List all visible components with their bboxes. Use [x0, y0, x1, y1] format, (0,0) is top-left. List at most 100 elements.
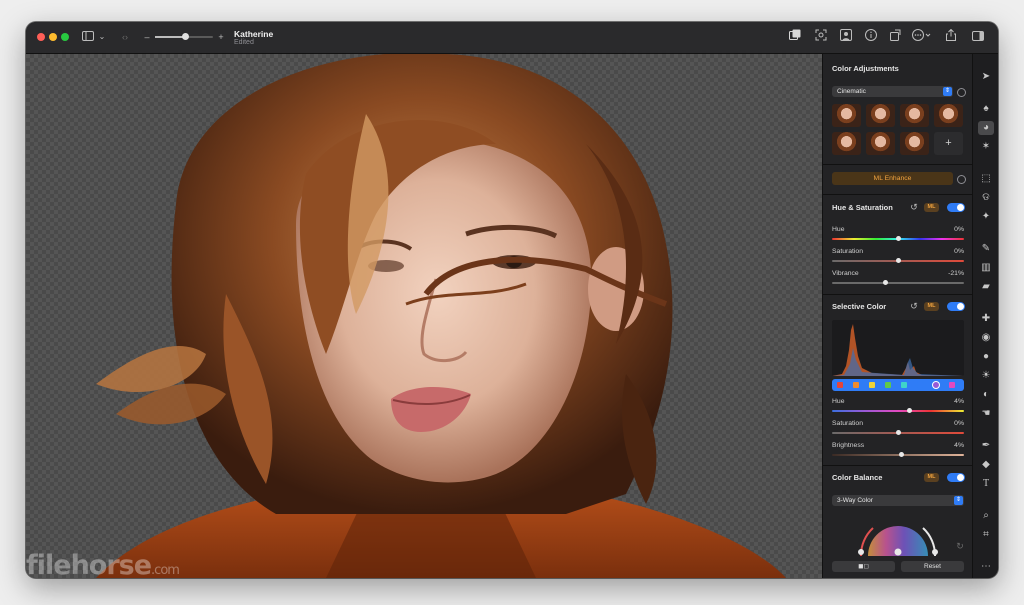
face-detect-icon[interactable] [814, 28, 828, 46]
color-swatch[interactable] [949, 382, 955, 388]
preset-thumbnail[interactable] [866, 132, 895, 155]
preset-thumbnail[interactable] [832, 104, 861, 127]
divider [823, 164, 973, 165]
crop-tool-icon[interactable]: ⌗ [978, 528, 994, 542]
text-tool-icon[interactable]: T [978, 477, 994, 491]
clone-tool-icon[interactable]: ◉ [978, 331, 994, 345]
selective-saturation-slider-knob[interactable] [896, 430, 901, 435]
more-icon[interactable] [912, 28, 932, 46]
portrait-photo [96, 54, 786, 578]
preset-thumbnail[interactable] [934, 104, 963, 127]
brightness-label: Brightness [832, 442, 865, 449]
style-tool-icon[interactable]: ♠ [978, 102, 994, 116]
preset-select[interactable]: Cinematic ⇕ [832, 86, 953, 97]
revert-icon[interactable]: ↺ [909, 301, 919, 311]
preset-thumbnail[interactable] [866, 104, 895, 127]
vibrance-slider[interactable] [832, 280, 964, 285]
color-balance-toggle[interactable] [947, 473, 965, 482]
tool-strip: ➤ ♠ ◕ ✶ ⬚ ଡ ✦ ✎ ▥ ▰ ✚ ◉ ● ☀ ◐ ☚ ✒ ◆ T ⌕ … [972, 54, 998, 578]
repair-tool-icon[interactable]: ✚ [978, 312, 994, 326]
paint-bucket-tool-icon[interactable]: ▥ [978, 261, 994, 275]
preset-thumbnail[interactable] [900, 104, 929, 127]
ml-badge[interactable]: ML [924, 302, 939, 311]
color-swatch[interactable] [917, 382, 923, 388]
color-swatch[interactable] [853, 382, 859, 388]
zoom-tool-icon[interactable]: ⌕ [978, 509, 994, 523]
divider [823, 465, 973, 466]
reset-button[interactable]: Reset [901, 561, 964, 572]
color-swatch[interactable] [869, 382, 875, 388]
color-swatch[interactable] [885, 382, 891, 388]
color-swatch[interactable] [932, 381, 940, 389]
saturation-slider[interactable] [832, 258, 964, 263]
inspector-toggle-icon[interactable] [971, 28, 985, 46]
selective-color-toggle[interactable] [947, 302, 965, 311]
info-icon[interactable] [864, 28, 878, 46]
hue-label: Hue [832, 226, 845, 233]
preset-more-icon[interactable] [957, 88, 966, 97]
color-balance-revert-icon[interactable]: ↻ [955, 541, 965, 551]
zoom-slider-knob[interactable] [182, 33, 189, 40]
hue-saturation-toggle[interactable] [947, 203, 965, 212]
effects-tool-icon[interactable]: ✶ [978, 140, 994, 154]
smudge-tool-icon[interactable]: ☚ [978, 407, 994, 421]
selective-saturation-label: Saturation [832, 420, 863, 427]
saturation-value: 0% [954, 248, 964, 255]
zoom-window-button[interactable] [61, 33, 69, 41]
watermark-logo: filehorse.com [26, 550, 180, 578]
export-icon[interactable] [944, 28, 958, 46]
pointer-tool-icon[interactable]: ➤ [978, 70, 994, 84]
ml-badge[interactable]: ML [924, 473, 939, 482]
preset-thumbnail[interactable] [832, 132, 861, 155]
share-icon[interactable] [888, 28, 902, 46]
preset-thumbnail[interactable] [900, 132, 929, 155]
vibrance-value: -21% [948, 270, 964, 277]
add-preset-button[interactable]: + [934, 132, 963, 155]
minimize-window-button[interactable] [49, 33, 57, 41]
selective-hue-slider-knob[interactable] [907, 408, 912, 413]
zoom-in-icon[interactable]: + [217, 28, 225, 46]
compare-icon[interactable] [788, 28, 802, 46]
color-wheel[interactable] [853, 516, 943, 556]
zoom-slider[interactable] [155, 33, 213, 40]
pen-tool-icon[interactable]: ✒ [978, 439, 994, 453]
back-forward-icon[interactable]: ‹› [118, 28, 132, 46]
image-info-icon[interactable] [839, 28, 853, 46]
eraser-tool-icon[interactable]: ▰ [978, 280, 994, 294]
revert-icon[interactable]: ↺ [909, 202, 919, 212]
color-swatch[interactable] [837, 382, 843, 388]
color-adjust-tool-icon[interactable]: ◕ [978, 121, 994, 135]
shape-tool-icon[interactable]: ◆ [978, 458, 994, 472]
rect-select-tool-icon[interactable]: ⬚ [978, 172, 994, 186]
chevron-down-icon[interactable]: ⌄ [98, 28, 106, 46]
lasso-tool-icon[interactable]: ଡ [978, 191, 994, 205]
ml-enhance-button[interactable]: ML Enhance [832, 172, 953, 185]
close-window-button[interactable] [37, 33, 45, 41]
saturation-slider-knob[interactable] [896, 258, 901, 263]
selective-saturation-value: 0% [954, 420, 964, 427]
brightness-slider[interactable] [832, 452, 964, 457]
lighten-tool-icon[interactable]: ☀ [978, 369, 994, 383]
adjustments-panel: Color Adjustments Cinematic ⇕ + ML Enhan… [822, 54, 973, 578]
hue-slider-knob[interactable] [896, 236, 901, 241]
selective-hue-slider[interactable] [832, 408, 964, 413]
selective-saturation-slider[interactable] [832, 430, 964, 435]
compare-view-button[interactable]: ◼◻ [832, 561, 895, 572]
more-tools-icon[interactable]: ⋯ [978, 560, 994, 574]
document-title: Katherine [234, 29, 274, 39]
color-swatch[interactable] [901, 382, 907, 388]
magic-wand-tool-icon[interactable]: ✦ [978, 210, 994, 224]
vibrance-slider-knob[interactable] [883, 280, 888, 285]
blur-tool-icon[interactable]: ● [978, 350, 994, 364]
image-canvas[interactable]: filehorse.com [26, 54, 822, 578]
brightness-slider-knob[interactable] [899, 452, 904, 457]
darken-tool-icon[interactable]: ◐ [978, 388, 994, 402]
hue-slider[interactable] [832, 236, 964, 241]
ml-badge[interactable]: ML [924, 203, 939, 212]
color-balance-mode-select[interactable]: 3-Way Color ⇕ [832, 495, 964, 506]
ml-enhance-more-icon[interactable] [957, 175, 966, 184]
brush-tool-icon[interactable]: ✎ [978, 242, 994, 256]
divider [823, 194, 973, 195]
zoom-out-icon[interactable]: – [143, 28, 151, 46]
sidebar-icon[interactable] [81, 28, 95, 46]
